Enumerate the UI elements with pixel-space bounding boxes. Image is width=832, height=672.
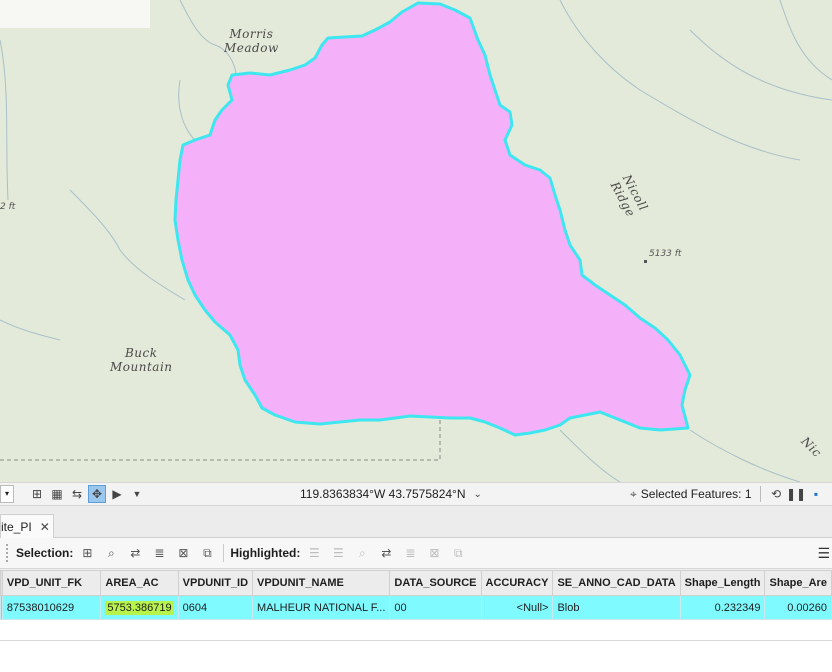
cell-shape-area[interactable]: 0.00260 [764,595,832,620]
label-buck-mountain: Buck Mountain [110,346,173,374]
column-header[interactable]: SE_ANNO_CAD_DATA [552,570,681,596]
switch-selection-icon[interactable]: ⇄ [127,546,143,560]
select-all-icon[interactable]: ≣ [151,546,167,560]
selected-polygon[interactable] [173,1,692,437]
cell-data-source[interactable]: 00 [389,595,482,620]
cell-se-anno-cad-data[interactable]: Blob [552,595,681,620]
table-row[interactable]: 87538010629 5753.386719 0604 MALHEUR NAT… [0,595,832,620]
highlight-down-icon: ☰ [332,546,344,560]
switch-highlighted-icon[interactable]: ⇄ [378,546,394,560]
highlighted-label: Highlighted: [230,546,301,560]
selection-label: Selection: [16,546,74,560]
elevation-point [644,260,647,263]
clear-selection-icon[interactable]: ⊠ [175,546,191,560]
map-inset [0,0,150,28]
chevron-down-icon[interactable]: ⌄ [474,489,482,500]
column-header[interactable]: VPDUNIT_ID [177,570,254,596]
map-status-bar: ▾ ⊞ ▦ ⇆ ✥ ▶ ▼ 119.8363834°W 43.7575824°N… [0,482,832,506]
zoom-to-highlighted-icon: ⌕ [358,546,366,560]
tab-label: ite_PI [1,519,32,534]
cell-vpdunit-name[interactable]: MALHEUR NATIONAL F... [252,595,391,620]
unhighlight-icon: ≣ [405,546,416,560]
label-elevation-left: 2 ft [0,202,16,212]
table-toolbar: Selection: ⊞ ⌕ ⇄ ≣ ⊠ ⧉ Highlighted: ☰ ☰ … [0,538,832,569]
label-elevation-5133: 5133 ft [649,249,682,259]
divider [760,486,761,502]
table-footer-line [0,640,832,641]
snapping-icon[interactable]: ⇆ [68,485,86,503]
column-header[interactable]: Shape_Are [764,570,832,596]
cell-vpd-unit-fk[interactable]: 87538010629 [1,595,102,620]
selected-features-count[interactable]: Selected Features: 1 [641,487,752,501]
menu-icon[interactable]: ☰ [817,545,830,562]
column-header[interactable]: DATA_SOURCE [389,570,482,596]
table-header-row: VPD_UNIT_FK AREA_AC VPDUNIT_ID VPDUNIT_N… [0,570,832,596]
more-icon[interactable]: ▪ [807,485,825,503]
column-header[interactable]: ACCURACY [480,570,554,596]
label-morris-meadow: Morris Meadow [224,27,279,55]
attribute-tab-bar: ite_PI ✕ [0,506,832,538]
copy-selection-icon[interactable]: ⧉ [199,546,215,560]
tab-attribute-table[interactable]: ite_PI ✕ [0,514,54,538]
chevron-down-icon[interactable]: ▼ [128,485,146,503]
cell-area-ac[interactable]: 5753.386719 [100,595,179,620]
column-header[interactable]: AREA_AC [100,570,179,596]
column-header[interactable]: VPDUNIT_NAME [252,570,391,596]
column-header[interactable]: Shape_Length [679,570,766,596]
copy-highlighted-icon: ⧉ [454,546,463,560]
delete-highlighted-icon: ⊠ [429,546,440,560]
attribute-table[interactable]: VPD_UNIT_FK AREA_AC VPDUNIT_ID VPDUNIT_N… [0,570,832,672]
refresh-icon[interactable]: ⟲ [767,485,785,503]
select-by-attributes-icon[interactable]: ⊞ [79,546,95,560]
close-icon[interactable]: ✕ [40,520,50,534]
pause-drawing-icon[interactable]: ▶ [108,485,126,503]
cell-shape-length[interactable]: 0.232349 [679,595,766,620]
map-view[interactable]: Morris Meadow Nicoll Ridge Buck Mountain… [0,0,832,482]
fixed-zoom-icon[interactable]: ⊞ [28,485,46,503]
scale-dropdown[interactable]: ▾ [0,483,14,505]
highlighted-value: 5753.386719 [105,600,174,615]
cell-accuracy[interactable]: <Null> [480,595,554,620]
grid-icon[interactable]: ▦ [48,485,66,503]
pause-icon[interactable]: ❚❚ [786,485,806,503]
boundary-line [0,420,441,461]
selected-features-icon: ⌖ [630,486,637,501]
cell-vpdunit-id[interactable]: 0604 [177,595,254,620]
coordinate-readout: 119.8363834°W 43.7575824°N [300,487,466,501]
toolbar-grip [6,544,10,562]
navigate-icon[interactable]: ✥ [88,485,106,503]
chevron-down-icon[interactable]: ▾ [0,485,14,503]
highlight-up-icon: ☰ [308,546,320,560]
map-canvas[interactable] [0,0,832,482]
column-header[interactable]: VPD_UNIT_FK [1,570,102,596]
divider [223,544,225,562]
zoom-to-selection-icon[interactable]: ⌕ [103,546,119,560]
